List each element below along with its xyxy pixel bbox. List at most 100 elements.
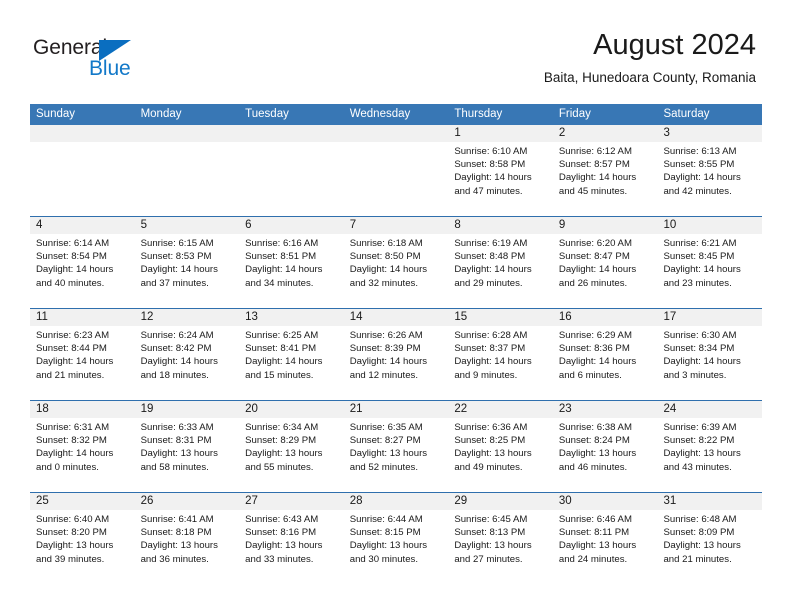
day-number[interactable]: 29 — [448, 493, 553, 510]
day-cell[interactable]: Sunrise: 6:46 AM Sunset: 8:11 PM Daylight:… — [553, 510, 658, 584]
sunset-text: Sunset: 8:48 PM — [454, 251, 526, 263]
day-number[interactable]: 21 — [344, 401, 449, 418]
sunrise-text: Sunrise: 6:34 AM — [245, 422, 319, 433]
day-number[interactable]: 10 — [657, 217, 762, 234]
day-detail-band: Sunrise: 6:31 AM Sunset: 8:32 PM Daylight:… — [30, 418, 762, 492]
day-cell[interactable]: Sunrise: 6:12 AM Sunset: 8:57 PM Daylight:… — [553, 142, 658, 216]
day-number[interactable]: 12 — [135, 309, 240, 326]
daylight-text-line1: Daylight: 13 hours — [349, 540, 428, 552]
day-cell[interactable]: Sunrise: 6:25 AM Sunset: 8:41 PM Daylight:… — [239, 326, 344, 400]
day-number[interactable]: 3 — [657, 125, 762, 142]
day-number[interactable]: 2 — [553, 125, 658, 142]
day-cell[interactable]: Sunrise: 6:28 AM Sunset: 8:37 PM Daylight:… — [448, 326, 553, 400]
day-number[interactable]: 27 — [239, 493, 344, 510]
day-number[interactable]: 8 — [448, 217, 553, 234]
day-cell[interactable]: Sunrise: 6:15 AM Sunset: 8:53 PM Daylight:… — [135, 234, 240, 308]
day-number[interactable]: 28 — [344, 493, 449, 510]
day-cell[interactable]: Sunrise: 6:30 AM Sunset: 8:34 PM Daylight:… — [657, 326, 762, 400]
day-number[interactable]: 31 — [657, 493, 762, 510]
day-detail-band: Sunrise: 6:40 AM Sunset: 8:20 PM Daylight:… — [30, 510, 762, 584]
day-number[interactable]: 26 — [135, 493, 240, 510]
daylight-text-line2: and 37 minutes. — [140, 277, 209, 289]
day-number[interactable]: 20 — [239, 401, 344, 418]
daylight-text-line2: and 33 minutes. — [245, 553, 314, 565]
day-number[interactable]: 4 — [30, 217, 135, 234]
day-detail-band: Sunrise: 6:10 AM Sunset: 8:58 PM Daylight:… — [30, 142, 762, 216]
day-number[interactable]: 23 — [553, 401, 658, 418]
day-cell[interactable]: Sunrise: 6:41 AM Sunset: 8:18 PM Daylight:… — [135, 510, 240, 584]
day-cell[interactable]: Sunrise: 6:43 AM Sunset: 8:16 PM Daylight:… — [239, 510, 344, 584]
day-number[interactable]: 22 — [448, 401, 553, 418]
day-cell[interactable]: Sunrise: 6:10 AM Sunset: 8:58 PM Daylight:… — [448, 142, 553, 216]
daylight-text-line1: Daylight: 14 hours — [558, 172, 637, 184]
weekday-header-sunday: Sunday — [36, 108, 76, 120]
day-cell[interactable]: Sunrise: 6:13 AM Sunset: 8:55 PM Daylight:… — [657, 142, 762, 216]
day-number[interactable]: 25 — [30, 493, 135, 510]
day-number[interactable]: 1 — [448, 125, 553, 142]
page-title: August 2024 — [593, 29, 756, 61]
day-cell[interactable]: Sunrise: 6:20 AM Sunset: 8:47 PM Daylight:… — [553, 234, 658, 308]
day-cell[interactable]: Sunrise: 6:36 AM Sunset: 8:25 PM Daylight:… — [448, 418, 553, 492]
day-number[interactable]: 13 — [239, 309, 344, 326]
day-number[interactable]: 24 — [657, 401, 762, 418]
day-number[interactable]: 30 — [553, 493, 658, 510]
day-number[interactable]: 17 — [657, 309, 762, 326]
sunrise-text: Sunrise: 6:48 AM — [663, 514, 737, 525]
daylight-text-line1: Daylight: 14 hours — [663, 172, 741, 184]
day-cell[interactable]: Sunrise: 6:26 AM Sunset: 8:39 PM Daylight:… — [344, 326, 449, 400]
day-cell[interactable]: Sunrise: 6:14 AM Sunset: 8:54 PM Daylight:… — [30, 234, 135, 308]
day-number[interactable]: 9 — [553, 217, 658, 234]
logo-text-blue: Blue — [89, 57, 131, 80]
day-cell[interactable]: Sunrise: 6:48 AM Sunset: 8:09 PM Daylight:… — [657, 510, 762, 584]
daylight-text-line2: and 23 minutes. — [663, 277, 732, 289]
day-cell[interactable]: Sunrise: 6:34 AM Sunset: 8:29 PM Daylight:… — [239, 418, 344, 492]
day-cell[interactable]: Sunrise: 6:29 AM Sunset: 8:36 PM Daylight:… — [553, 326, 658, 400]
sunrise-text: Sunrise: 6:18 AM — [349, 238, 423, 249]
day-cell[interactable]: Sunrise: 6:40 AM Sunset: 8:20 PM Daylight:… — [30, 510, 135, 584]
general-blue-logo[interactable]: General Blue — [33, 36, 163, 82]
day-cell[interactable]: Sunrise: 6:39 AM Sunset: 8:22 PM Daylight:… — [657, 418, 762, 492]
sunset-text: Sunset: 8:27 PM — [349, 435, 421, 447]
daylight-text-line2: and 49 minutes. — [454, 461, 523, 473]
calendar-week-row: 18 19 20 21 22 23 24 Sunrise: 6:31 AM Sunset: 8:… — [30, 400, 762, 492]
day-number[interactable]: 7 — [344, 217, 449, 234]
day-number[interactable]: 16 — [553, 309, 658, 326]
daylight-text-line2: and 47 minutes. — [454, 185, 523, 197]
day-number[interactable]: 6 — [239, 217, 344, 234]
day-cell[interactable]: Sunrise: 6:18 AM Sunset: 8:50 PM Daylight:… — [344, 234, 449, 308]
daylight-text-line2: and 18 minutes. — [140, 369, 209, 381]
day-number[interactable]: 19 — [135, 401, 240, 418]
day-cell[interactable]: Sunrise: 6:31 AM Sunset: 8:32 PM Daylight:… — [30, 418, 135, 492]
day-cell[interactable]: Sunrise: 6:45 AM Sunset: 8:13 PM Daylight:… — [448, 510, 553, 584]
day-cell[interactable]: Sunrise: 6:19 AM Sunset: 8:48 PM Daylight:… — [448, 234, 553, 308]
day-cell[interactable]: Sunrise: 6:24 AM Sunset: 8:42 PM Daylight:… — [135, 326, 240, 400]
daylight-text-line2: and 46 minutes. — [558, 461, 628, 473]
day-number[interactable]: 5 — [135, 217, 240, 234]
day-number[interactable]: 14 — [344, 309, 449, 326]
daylight-text-line1: Daylight: 14 hours — [140, 264, 218, 276]
sunset-text: Sunset: 8:32 PM — [36, 435, 107, 447]
daylight-text-line1: Daylight: 14 hours — [454, 356, 532, 368]
day-cell[interactable]: Sunrise: 6:21 AM Sunset: 8:45 PM Daylight:… — [657, 234, 762, 308]
day-cell[interactable]: Sunrise: 6:35 AM Sunset: 8:27 PM Daylight:… — [344, 418, 449, 492]
sunrise-text: Sunrise: 6:41 AM — [140, 514, 214, 525]
day-number[interactable]: 18 — [30, 401, 135, 418]
weekday-header-monday: Monday — [140, 108, 182, 120]
day-cell[interactable]: Sunrise: 6:38 AM Sunset: 8:24 PM Daylight:… — [553, 418, 658, 492]
sunset-text: Sunset: 8:34 PM — [663, 343, 735, 355]
day-cell[interactable]: Sunrise: 6:16 AM Sunset: 8:51 PM Daylight:… — [239, 234, 344, 308]
daylight-text-line1: Daylight: 14 hours — [663, 264, 741, 276]
daylight-text-line2: and 15 minutes. — [245, 369, 314, 381]
day-cell[interactable]: Sunrise: 6:44 AM Sunset: 8:15 PM Daylight:… — [344, 510, 449, 584]
weekday-header-friday: Friday — [558, 108, 591, 120]
day-number[interactable]: 11 — [30, 309, 135, 326]
day-cell[interactable]: Sunrise: 6:33 AM Sunset: 8:31 PM Daylight:… — [135, 418, 240, 492]
sunset-text: Sunset: 8:16 PM — [245, 527, 317, 539]
sunset-text: Sunset: 8:22 PM — [663, 435, 735, 447]
page-header: General Blue August 2024 Baita, Hunedoar… — [0, 0, 792, 100]
sunrise-text: Sunrise: 6:21 AM — [663, 238, 737, 249]
day-number-band: 11 12 13 14 15 16 17 — [30, 309, 762, 326]
day-cell[interactable]: Sunrise: 6:23 AM Sunset: 8:44 PM Daylight:… — [30, 326, 135, 400]
day-number[interactable]: 15 — [448, 309, 553, 326]
daylight-text-line1: Daylight: 13 hours — [36, 540, 114, 552]
